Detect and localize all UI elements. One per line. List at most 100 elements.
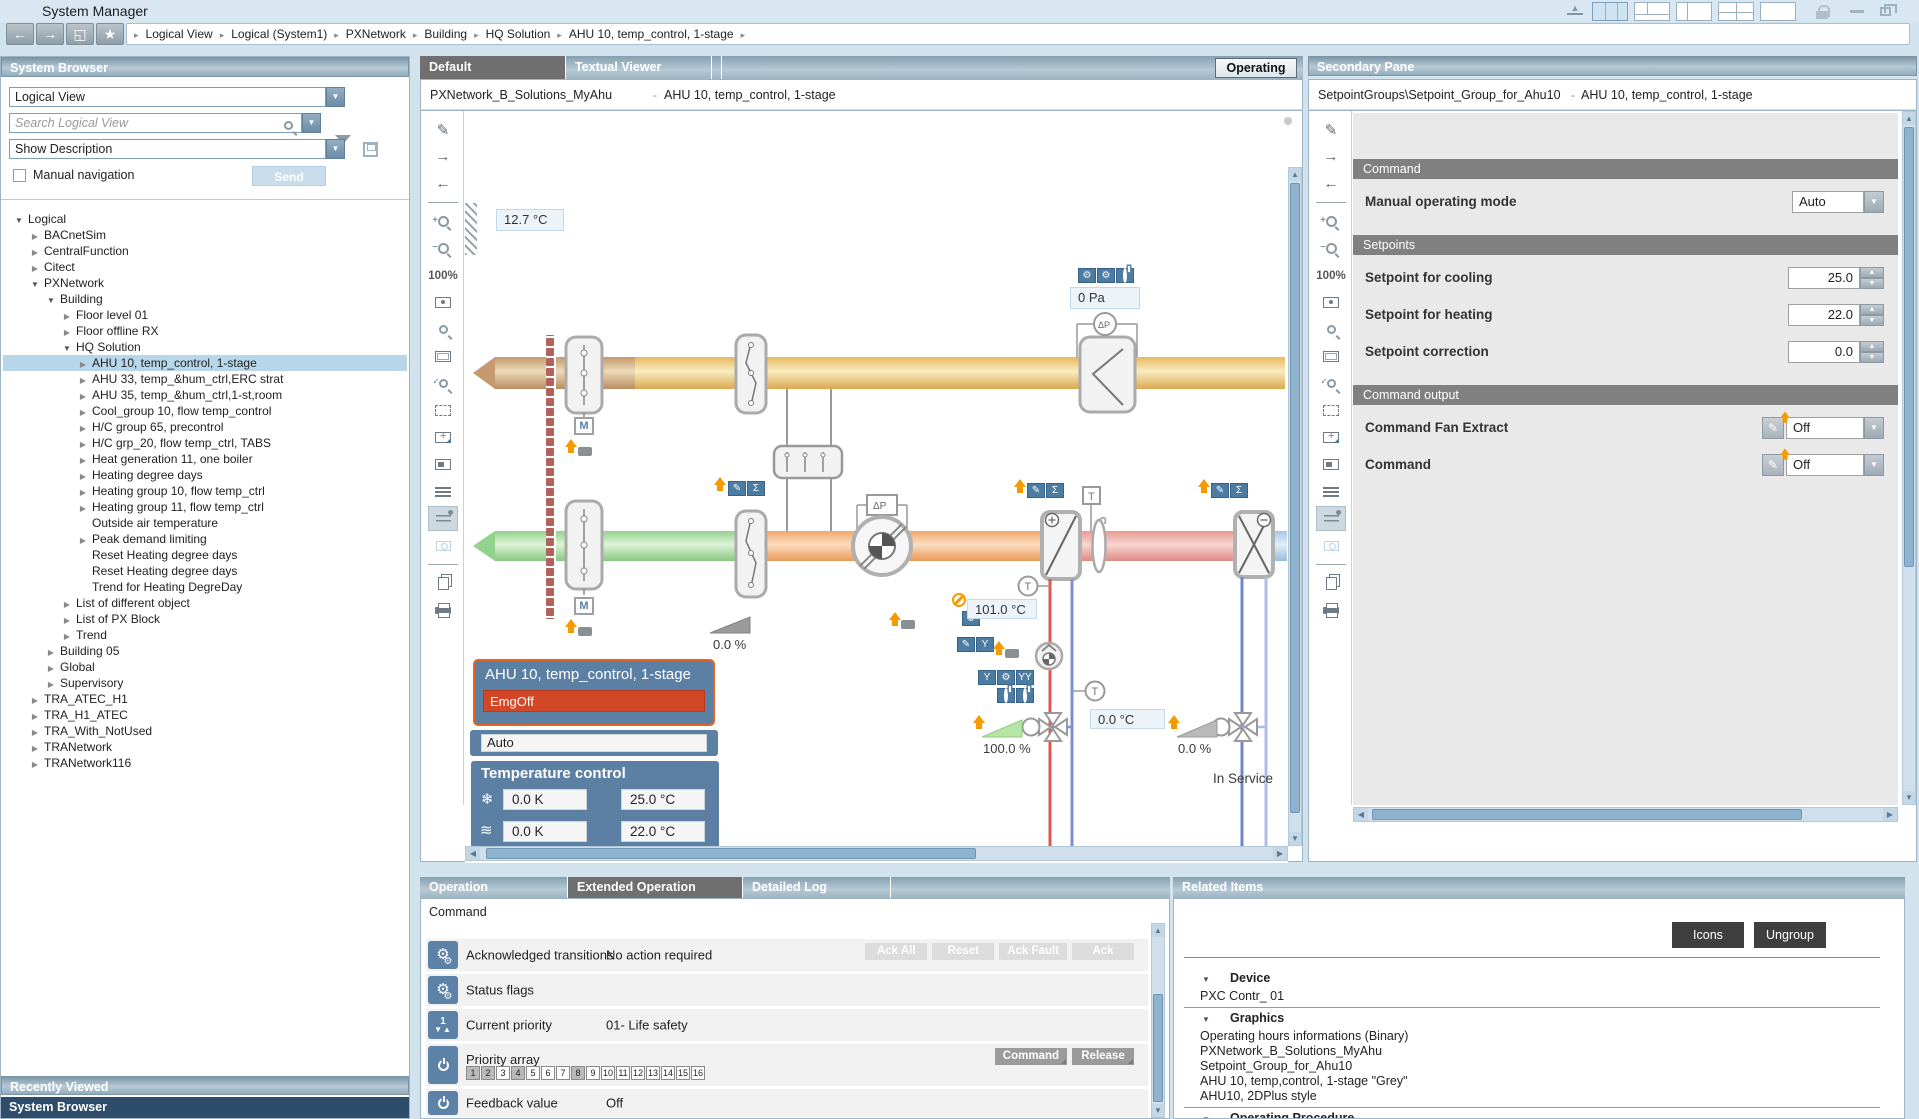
edit-pen-icon[interactable]: ✎ [1762,454,1784,476]
heating-setpoint-value[interactable]: 22.0 °C [621,821,705,842]
operation-row[interactable]: Feedback valueOff [426,1089,1148,1117]
magnifier-icon[interactable] [428,317,458,342]
arrow-left-icon[interactable]: ← [1316,171,1346,196]
tree-item[interactable]: ▶Global [3,659,407,675]
command-button[interactable]: Command [995,1048,1067,1065]
layout-left-column-icon[interactable] [1676,2,1712,21]
ack-fault-button[interactable]: Ack Fault [999,943,1067,960]
related-item[interactable]: AHU 10, temp,control, 1-stage "Grey" [1200,1074,1408,1088]
forward-button[interactable]: → [36,23,64,45]
priority-slot[interactable]: 10 [601,1066,615,1080]
tree-item[interactable]: ▼PXNetwork [3,275,407,291]
breadcrumb-item[interactable]: Logical View [146,27,213,41]
priority-slot[interactable]: 15 [676,1066,690,1080]
dropdown-value[interactable]: Auto [1792,191,1864,213]
return-temp-value[interactable]: 0.0 °C [1090,709,1165,729]
gear-icon[interactable]: ⚙ [1097,268,1115,283]
zoom-check-icon[interactable]: ✓ [1316,371,1346,396]
spinner-value[interactable]: 22.0 [1788,304,1860,326]
tree-item[interactable]: ▶TRA_With_NotUsed [3,723,407,739]
operating-button[interactable]: Operating [1215,58,1297,78]
manual-navigation-checkbox[interactable] [13,169,26,182]
related-item[interactable]: PXNetwork_B_Solutions_MyAhu [1200,1044,1382,1058]
vertical-scrollbar[interactable]: ▲ ▼ [1151,923,1165,1118]
command-value[interactable]: Off [1786,417,1864,439]
group-expander-icon[interactable]: ▼ [1200,1015,1212,1024]
edit-pen-icon[interactable]: ✎ [1316,117,1346,142]
related-group-header[interactable]: ▼Device [1200,971,1270,985]
tree-item[interactable]: Outside air temperature [3,515,407,531]
layout-three-pane-icon[interactable] [1592,2,1628,21]
arrow-right-icon[interactable]: → [428,144,458,169]
spinner-buttons[interactable]: ▲▼ [1860,304,1884,326]
restore-icon[interactable] [1880,7,1891,16]
tree-item[interactable]: ▶CentralFunction [3,243,407,259]
tree-item[interactable]: ▶TRA_H1_ATEC [3,707,407,723]
zoom-level-label[interactable]: 100% [1316,263,1346,288]
tab-textual-viewer[interactable]: Textual Viewer [566,56,712,79]
priority-slot[interactable]: 9 [586,1066,600,1080]
spinner-value[interactable]: 0.0 [1788,341,1860,363]
tree-item[interactable]: ▶Floor offline RX [3,323,407,339]
tab-extended-operation[interactable]: Extended Operation [568,877,743,898]
priority-slot[interactable]: 16 [691,1066,705,1080]
priority-slot[interactable]: 5 [526,1066,540,1080]
tree-item[interactable]: ▼HQ Solution [3,339,407,355]
tree-item[interactable]: ▶Heating group 10, flow temp_ctrl [3,483,407,499]
zoom-out-icon[interactable]: − [428,236,458,261]
arrow-left-icon[interactable]: ← [428,171,458,196]
breadcrumb-item[interactable]: PXNetwork [346,27,406,41]
power-icon[interactable] [1116,268,1134,283]
tree-expander-icon[interactable]: ▶ [29,757,41,773]
camera-icon[interactable] [1316,533,1346,558]
zoom-in-icon[interactable]: + [428,209,458,234]
tree-item[interactable]: Reset Heating degree days [3,563,407,579]
filled-rect-icon[interactable] [428,452,458,477]
tree-item[interactable]: Trend for Heating DegreDay [3,579,407,595]
copy-icon[interactable] [428,571,458,596]
view-selector-dropdown-icon[interactable]: ▼ [326,87,345,107]
person-icon[interactable]: Υ [978,670,996,685]
tree-item[interactable]: ▶Floor level 01 [3,307,407,323]
edit-pen-icon[interactable]: ✎ [1211,483,1229,498]
dropdown-arrow-icon[interactable]: ▼ [1864,454,1884,476]
spinner-buttons[interactable]: ▲▼ [1860,341,1884,363]
ungroup-button[interactable]: Ungroup [1754,922,1826,948]
tree-item[interactable]: ▼Logical [3,211,407,227]
priority-slot[interactable]: 14 [661,1066,675,1080]
priority-slot[interactable]: 13 [646,1066,660,1080]
priority-slot[interactable]: 1 [466,1066,480,1080]
priority-slot[interactable]: 4 [511,1066,525,1080]
related-item[interactable]: Operating hours informations (Binary) [1200,1029,1408,1043]
spinner-value[interactable]: 25.0 [1788,267,1860,289]
recently-viewed-bar[interactable]: Recently Viewed [1,1076,409,1095]
pressure-value[interactable]: 0 Pa [1070,287,1140,309]
edit-pen-icon[interactable]: ✎ [428,117,458,142]
tree-item[interactable]: ▶H/C grp_20, flow temp_ctrl, TABS [3,435,407,451]
dropdown-arrow-icon[interactable]: ▼ [1864,417,1884,439]
layers-icon[interactable] [1316,479,1346,504]
command-value[interactable]: Off [1786,454,1864,476]
layout-single-icon[interactable] [1760,2,1796,21]
print-icon[interactable] [1316,598,1346,623]
tree-item[interactable]: ▶List of PX Block [3,611,407,627]
lock-icon[interactable] [1816,5,1828,19]
sum-icon[interactable]: Σ [1230,483,1248,498]
edit-pen-icon[interactable]: ✎ [728,481,746,496]
tree-item[interactable]: ▶Citect [3,259,407,275]
fit-view-icon[interactable] [428,290,458,315]
tree-item[interactable]: Reset Heating degree days [3,547,407,563]
zoom-in-icon[interactable]: + [1316,209,1346,234]
tree-item[interactable]: ▶AHU 35, temp_&hum_ctrl,1-st,room [3,387,407,403]
reset-button[interactable]: Reset [932,943,994,960]
save-search-icon[interactable] [363,142,378,157]
horizontal-scrollbar[interactable]: ◀ ▶ [465,846,1288,861]
power-icon[interactable] [1016,688,1034,703]
system-browser-bottom-bar[interactable]: System Browser [1,1097,409,1118]
heating-deadband-value[interactable]: 0.0 K [503,821,587,842]
filled-rect-icon[interactable] [1316,452,1346,477]
priority-slot[interactable]: 8 [571,1066,585,1080]
description-selector-dropdown-icon[interactable]: ▼ [326,139,345,159]
tree-item[interactable]: ▶Trend [3,627,407,643]
tree-item[interactable]: ▶Heating degree days [3,467,407,483]
